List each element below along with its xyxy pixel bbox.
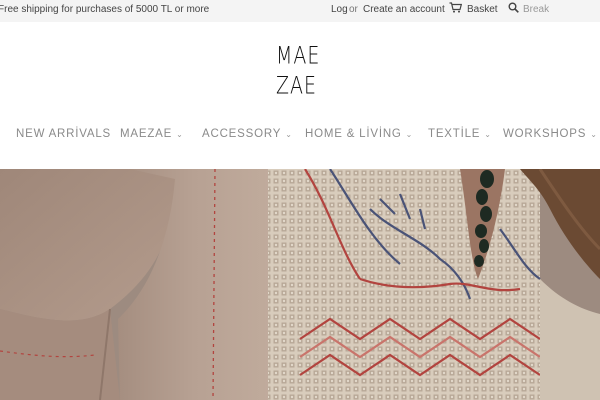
logo-line-2: ZAE <box>276 72 318 100</box>
nav-label: HOME & LİVİNG <box>305 128 402 140</box>
nav-item-home-living[interactable]: HOME & LİVİNG ⌄ <box>305 128 413 140</box>
cart-icon <box>449 2 463 16</box>
search-icon <box>508 2 519 16</box>
nav-label: NEW ARRİVALS <box>16 128 112 140</box>
or-text: or <box>349 4 358 15</box>
free-shipping-text: Free shipping for purchases of 5000 TL o… <box>0 4 210 15</box>
basket-link[interactable]: Basket <box>449 2 498 16</box>
hero-image[interactable] <box>0 169 600 400</box>
main-navigation: NEW ARRİVALS MAEZAE ⌄ ACCESSORY ⌄ HOME &… <box>0 128 600 146</box>
nav-label: MAEZAE <box>120 128 173 140</box>
announcement-bar: Free shipping for purchases of 5000 TL o… <box>0 0 600 22</box>
search-box[interactable] <box>508 2 600 16</box>
create-account-link[interactable]: Create an account <box>363 4 445 15</box>
chevron-down-icon: ⌄ <box>176 130 184 139</box>
nav-label: WORKSHOPS <box>503 128 587 140</box>
chevron-down-icon: ⌄ <box>405 130 414 139</box>
nav-item-accessory[interactable]: ACCESSORY ⌄ <box>202 128 293 140</box>
site-logo[interactable]: MAE ZAE <box>276 42 328 100</box>
nav-label: TEXTİLE <box>428 128 481 140</box>
hero-photo-embroidered-lace-top <box>0 169 600 400</box>
chevron-down-icon: ⌄ <box>484 130 492 139</box>
logo-line-1: MAE <box>276 42 321 70</box>
nav-item-textile[interactable]: TEXTİLE ⌄ <box>428 128 492 140</box>
chevron-down-icon: ⌄ <box>590 130 598 139</box>
search-input[interactable] <box>523 3 600 15</box>
nav-item-maezae[interactable]: MAEZAE ⌄ <box>120 128 184 140</box>
nav-item-new-arrivals[interactable]: NEW ARRİVALS <box>16 128 111 140</box>
nav-item-workshops[interactable]: WORKSHOPS ⌄ <box>503 128 598 140</box>
login-link[interactable]: Log <box>331 4 348 15</box>
chevron-down-icon: ⌄ <box>285 130 293 139</box>
nav-label: ACCESSORY <box>202 128 282 140</box>
basket-label: Basket <box>467 3 498 15</box>
